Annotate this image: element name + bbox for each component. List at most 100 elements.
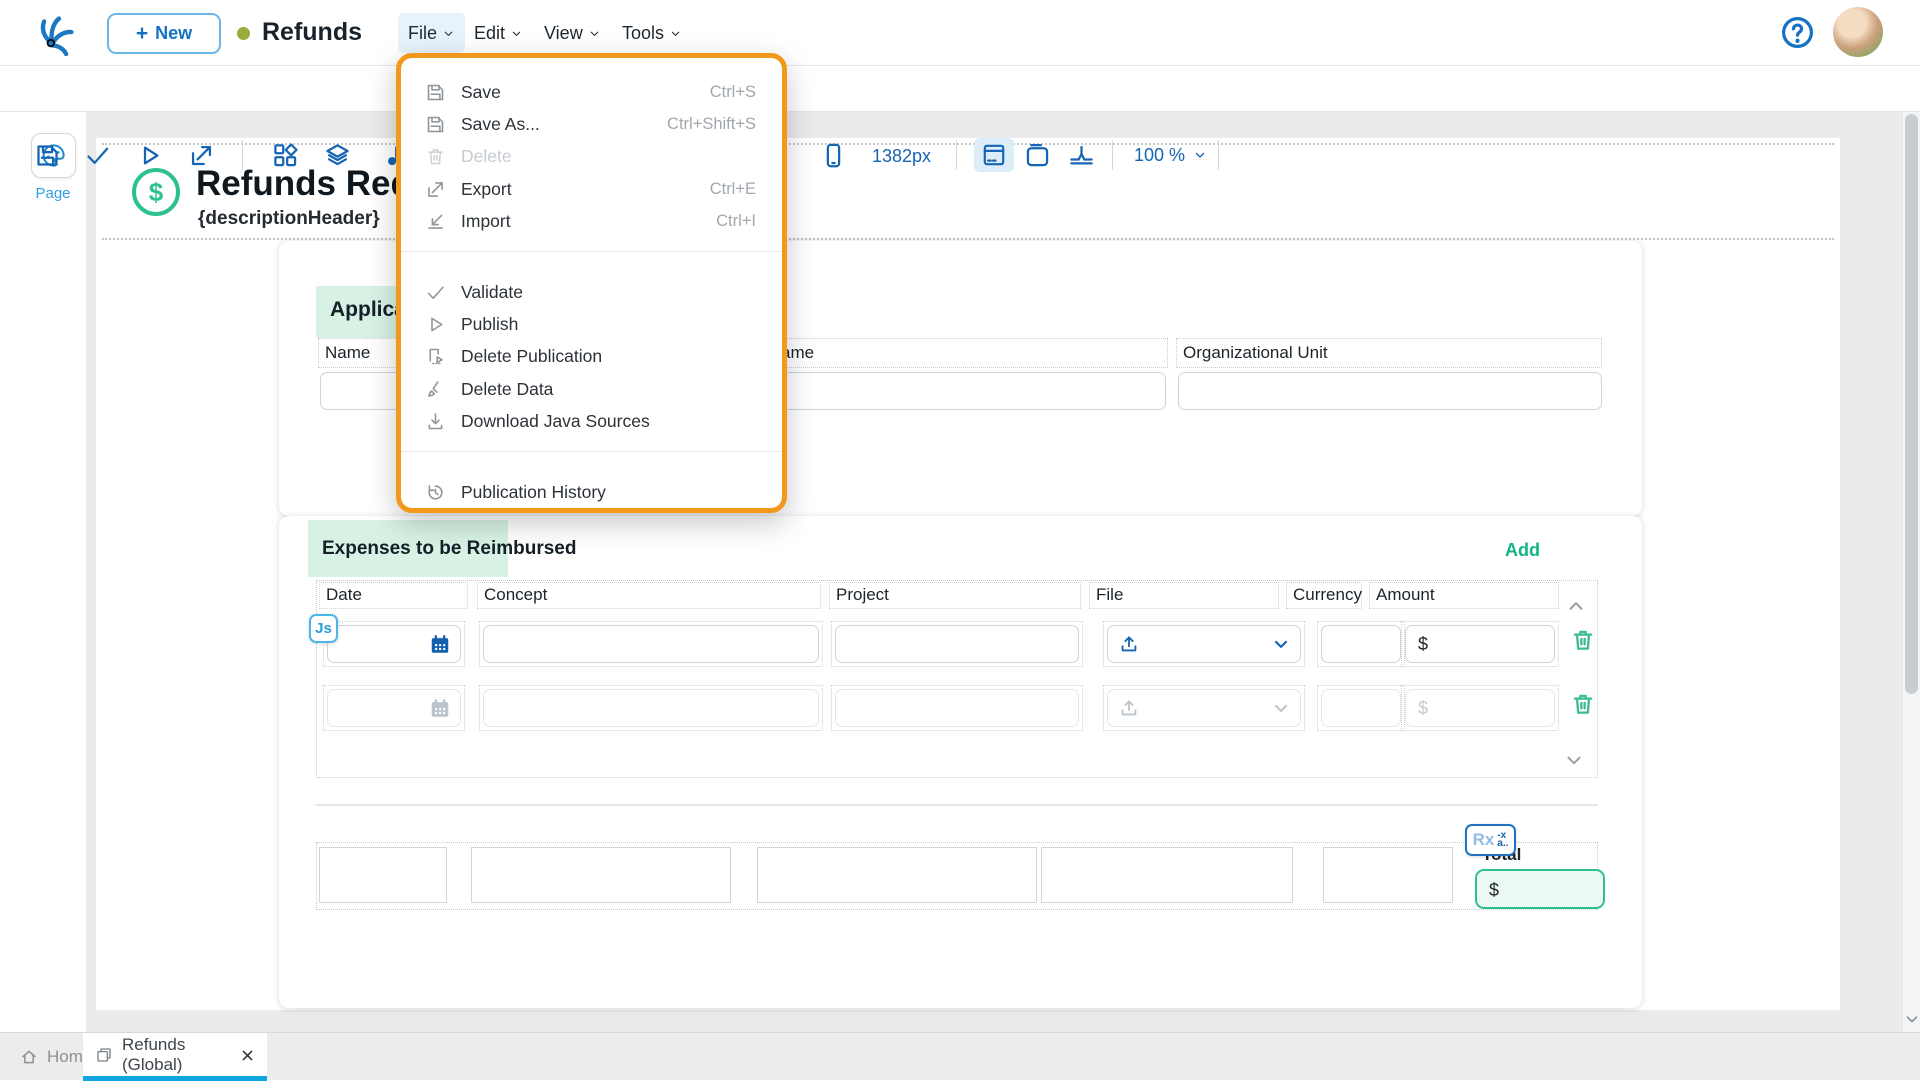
menu-item-delete-data[interactable]: Delete Data — [401, 373, 782, 405]
toolbar-divider — [242, 140, 243, 170]
check-icon — [425, 282, 446, 303]
form-description-placeholder[interactable]: {descriptionHeader} — [198, 208, 380, 230]
expand-grid-icon[interactable] — [1563, 749, 1585, 771]
canvas-width-value[interactable]: 1382px — [872, 146, 931, 167]
toolbar-divider — [1112, 140, 1113, 170]
js-code-badge[interactable]: Js — [309, 614, 338, 643]
field-label-organizational-unit: Organizational Unit — [1176, 338, 1602, 368]
export-icon — [425, 179, 446, 200]
scrollbar-down-arrow[interactable] — [1903, 1010, 1920, 1028]
empty-total-cell[interactable] — [1041, 847, 1293, 903]
top-navbar: + New Refunds File Edit View Tools — [0, 0, 1920, 66]
empty-total-cell[interactable] — [757, 847, 1037, 903]
section-tab-label[interactable]: Applica — [330, 298, 406, 322]
delete-row-icon[interactable] — [1570, 627, 1596, 655]
currency-symbol: $ — [1418, 698, 1429, 718]
menu-item-import[interactable]: Import Ctrl+I — [401, 206, 782, 238]
project-input[interactable] — [835, 689, 1079, 727]
concept-input[interactable] — [483, 625, 819, 663]
zoom-control[interactable]: 100 % — [1134, 138, 1207, 172]
currency-input[interactable] — [1321, 625, 1401, 663]
export-icon[interactable] — [188, 142, 215, 169]
menu-item-save[interactable]: Save Ctrl+S — [401, 76, 782, 108]
menubar-edit[interactable]: Edit — [464, 13, 533, 53]
menu-separator — [401, 250, 782, 252]
plus-icon: + — [135, 21, 149, 45]
vertical-scrollbar[interactable] — [1902, 112, 1920, 1032]
menu-item-publish[interactable]: Publish — [401, 308, 782, 340]
bottom-tab-bar: Home Refunds (Global) — [0, 1032, 1920, 1081]
menu-item-delete-publication[interactable]: Delete Publication — [401, 341, 782, 373]
save-icon — [425, 82, 446, 103]
file-select[interactable] — [1107, 625, 1301, 663]
expenses-section-title[interactable]: Expenses to be Reimbursed — [322, 538, 576, 560]
chevron-down-icon[interactable] — [1271, 634, 1291, 654]
download-icon — [425, 411, 446, 432]
menu-item-validate[interactable]: Validate — [401, 276, 782, 308]
chevron-down-icon[interactable] — [1271, 698, 1291, 718]
currency-input[interactable] — [1321, 689, 1401, 727]
menubar-file[interactable]: File — [398, 13, 466, 53]
save-as-icon — [425, 114, 446, 135]
total-amount-input[interactable]: $ — [1475, 869, 1605, 909]
layers-icon[interactable] — [324, 142, 351, 169]
column-header-concept[interactable]: Concept — [477, 582, 821, 609]
play-icon — [425, 314, 446, 335]
app-logo-icon[interactable] — [34, 10, 80, 56]
organizational-unit-input[interactable] — [1178, 372, 1602, 410]
tab-refunds-global[interactable]: Refunds (Global) — [83, 1033, 267, 1077]
selection-dash-line — [102, 238, 1834, 240]
components-icon[interactable] — [272, 142, 299, 169]
upload-icon[interactable] — [1118, 633, 1140, 655]
expenses-card: Expenses to be Reimbursed Add Date Conce… — [279, 516, 1642, 1008]
file-dropdown-menu: Save Ctrl+S Save As... Ctrl+Shift+S Delete… — [396, 53, 787, 513]
add-row-link[interactable]: Add — [1505, 540, 1540, 561]
menubar-view[interactable]: View — [534, 13, 611, 53]
new-button[interactable]: + New — [107, 13, 221, 54]
lastname-input[interactable] — [746, 372, 1166, 410]
user-avatar[interactable] — [1833, 7, 1883, 57]
design-canvas: $ Refunds Requ {descriptionHeader} Appli… — [86, 112, 1920, 1032]
column-header-currency[interactable]: Currency — [1286, 582, 1362, 609]
upload-icon[interactable] — [1118, 697, 1140, 719]
browser-window-icon[interactable] — [1024, 142, 1051, 169]
file-select[interactable] — [1107, 689, 1301, 727]
publish-icon[interactable] — [136, 142, 163, 169]
rx-formula-badge[interactable]: Rx -x a.. — [1465, 824, 1516, 856]
date-input[interactable] — [327, 689, 461, 727]
trash-icon — [425, 146, 446, 167]
collapse-grid-icon[interactable] — [1565, 595, 1587, 617]
menu-separator — [401, 450, 782, 452]
column-header-file[interactable]: File — [1089, 582, 1279, 609]
toolbar: 1382px 100 % — [0, 66, 1920, 172]
concept-input[interactable] — [483, 689, 819, 727]
scrollbar-thumb[interactable] — [1905, 114, 1918, 694]
menubar-tools[interactable]: Tools — [612, 13, 692, 53]
filter-icon[interactable] — [1068, 142, 1095, 169]
save-icon[interactable] — [34, 142, 61, 169]
menu-item-download-java-sources[interactable]: Download Java Sources — [401, 406, 782, 438]
empty-total-cell[interactable] — [471, 847, 731, 903]
delete-row-icon[interactable] — [1570, 691, 1596, 719]
help-icon[interactable] — [1779, 14, 1816, 51]
selection-dash-line — [102, 143, 1834, 145]
validate-icon[interactable] — [84, 142, 111, 169]
close-tab-icon[interactable] — [240, 1048, 255, 1063]
phone-preview-icon[interactable] — [820, 142, 847, 169]
menu-item-save-as[interactable]: Save As... Ctrl+Shift+S — [401, 108, 782, 140]
desktop-layout-icon[interactable] — [974, 138, 1014, 172]
empty-total-cell[interactable] — [319, 847, 447, 903]
calendar-icon[interactable] — [429, 698, 451, 720]
menu-item-publication-history[interactable]: Publication History — [401, 476, 782, 508]
project-input[interactable] — [835, 625, 1079, 663]
amount-input[interactable]: $ — [1405, 689, 1555, 727]
menu-item-export[interactable]: Export Ctrl+E — [401, 173, 782, 205]
form-page: $ Refunds Requ {descriptionHeader} Appli… — [96, 138, 1840, 1010]
column-header-date[interactable]: Date — [319, 582, 468, 609]
column-header-project[interactable]: Project — [829, 582, 1081, 609]
date-input[interactable] — [327, 625, 461, 663]
empty-total-cell[interactable] — [1323, 847, 1453, 903]
amount-input[interactable]: $ — [1405, 625, 1555, 663]
column-header-amount[interactable]: Amount — [1369, 582, 1559, 609]
calendar-icon[interactable] — [429, 634, 451, 656]
